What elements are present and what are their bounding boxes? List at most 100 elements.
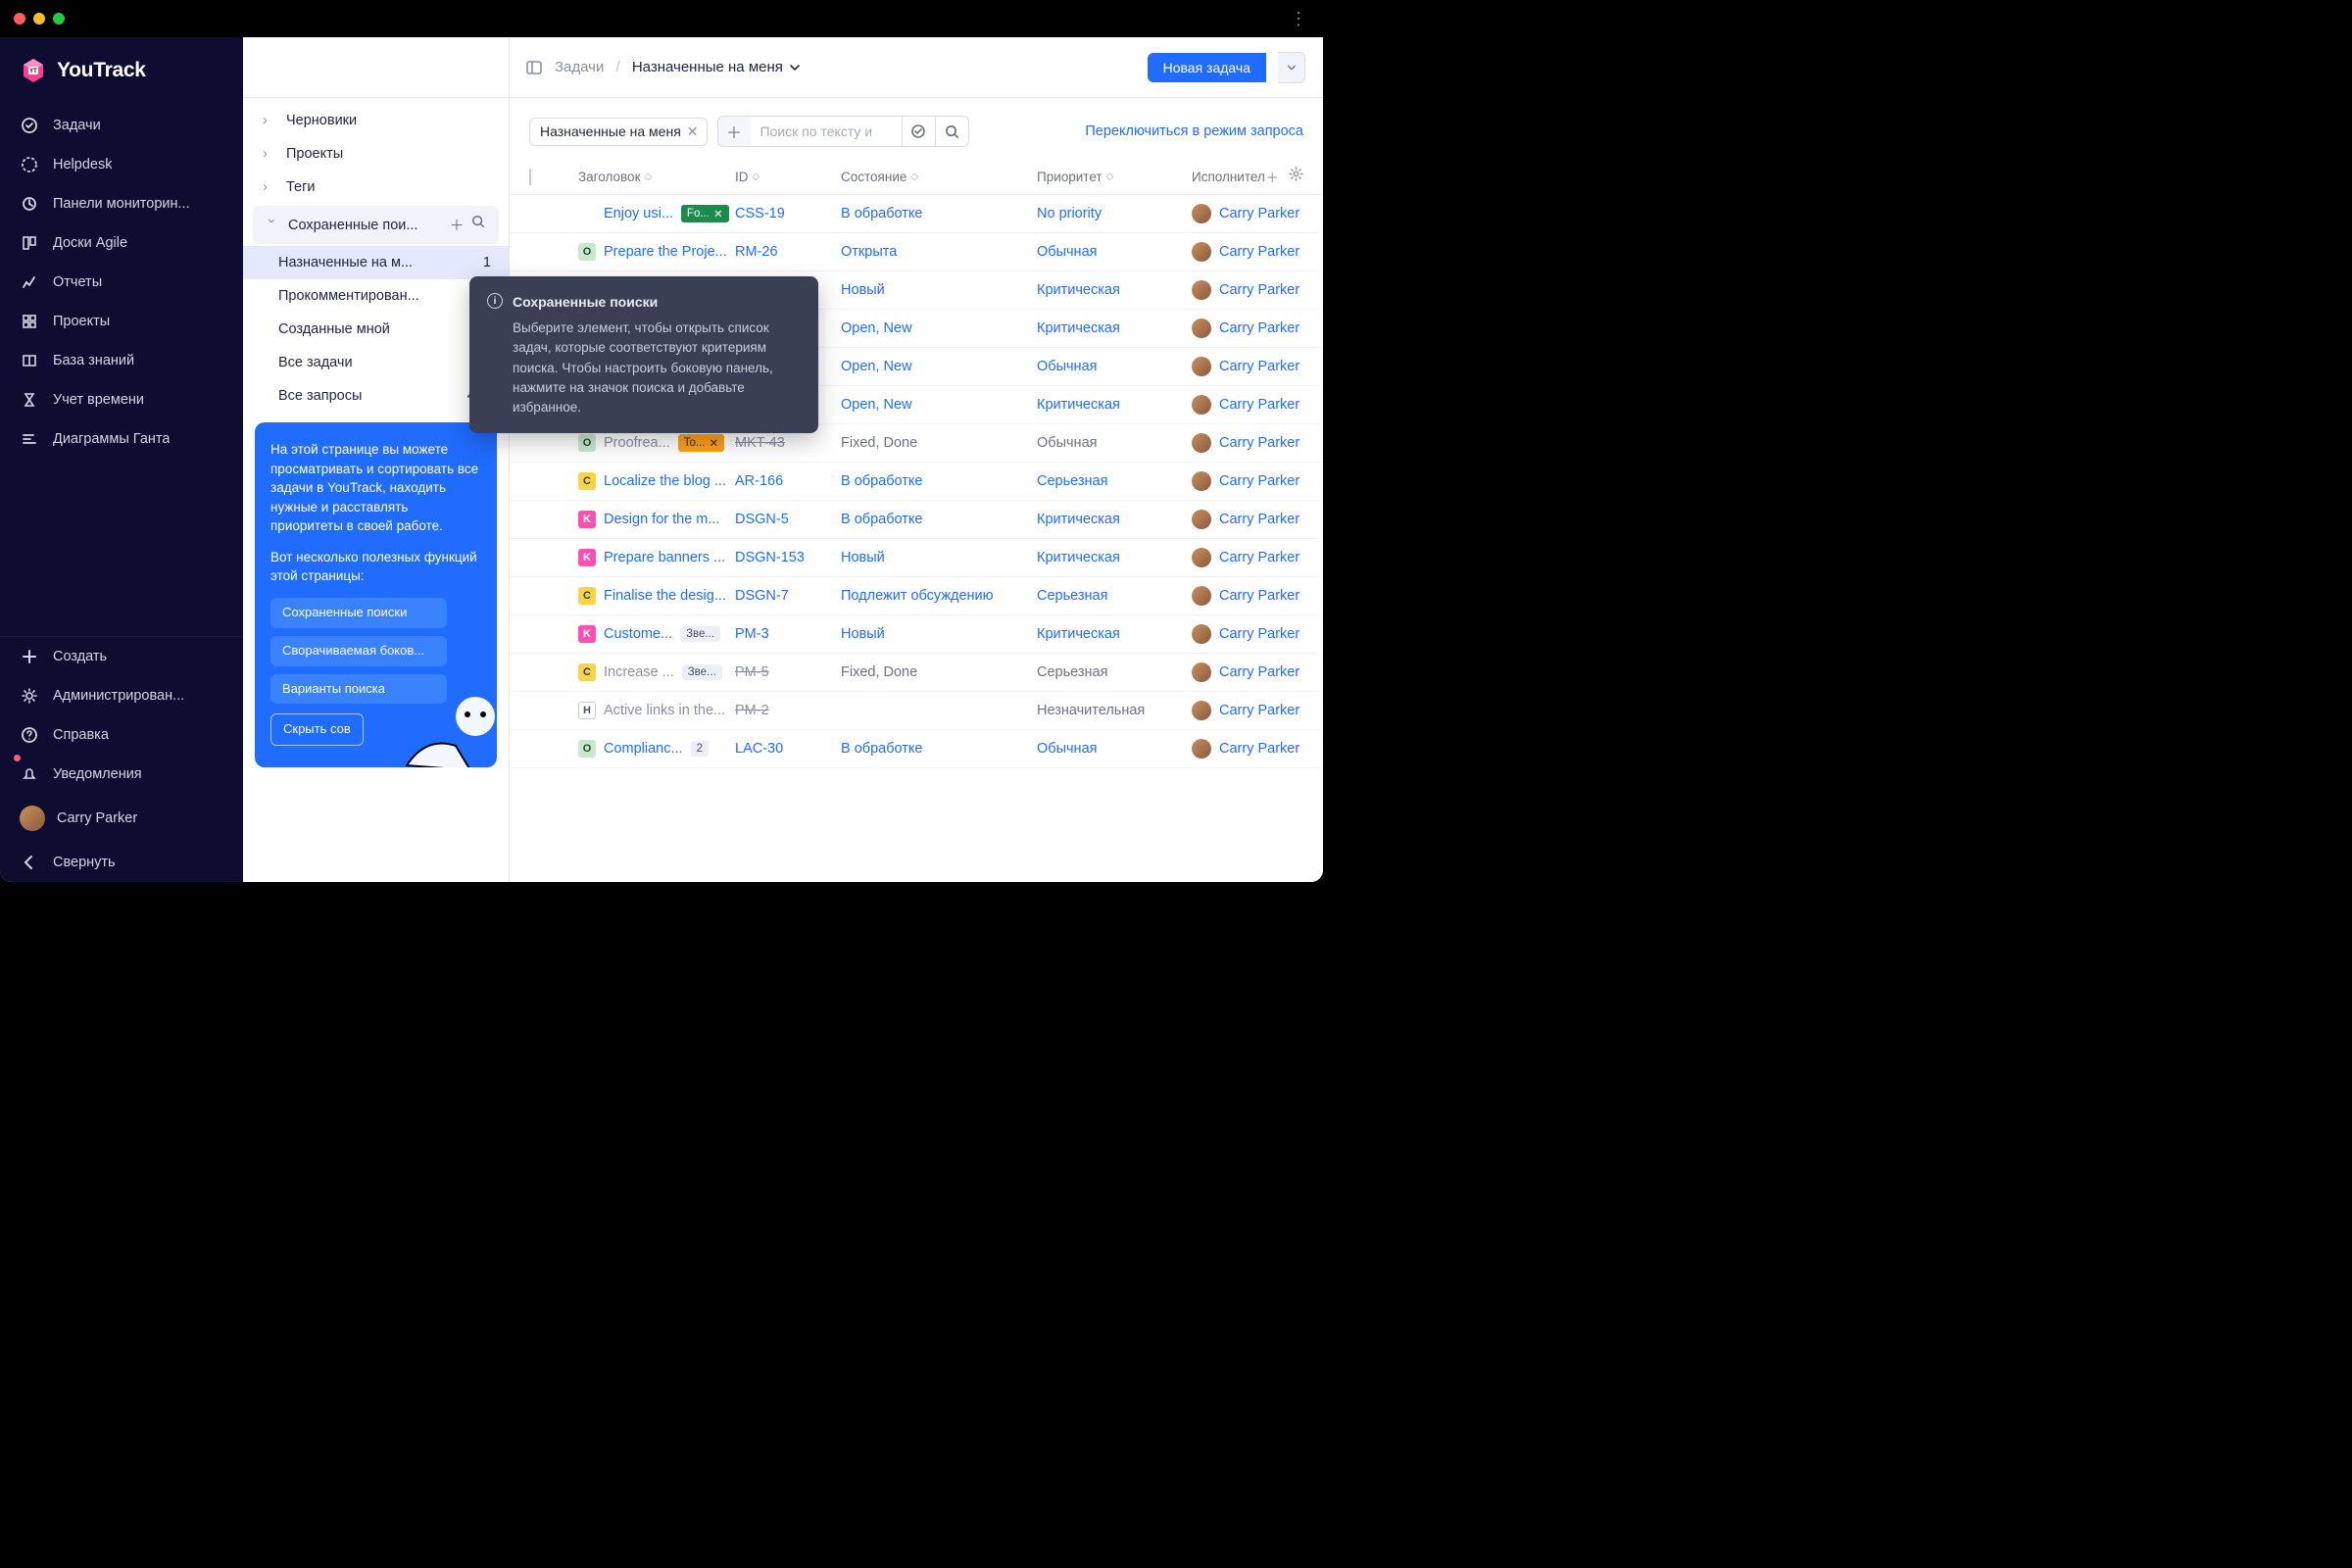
assignee-link[interactable]: Carry Parker xyxy=(1219,703,1299,718)
assignee-link[interactable]: Carry Parker xyxy=(1219,282,1299,298)
table-row[interactable]: KCustome...Зве... PM-3 Новый Критическая… xyxy=(510,615,1323,654)
issue-tag[interactable]: Зве... xyxy=(682,664,722,680)
assignee-link[interactable]: Carry Parker xyxy=(1219,435,1299,451)
table-settings-icon[interactable] xyxy=(1289,167,1303,186)
assignee-link[interactable]: Carry Parker xyxy=(1219,359,1299,374)
sidebar-item-3[interactable]: Доски Agile xyxy=(0,223,243,263)
panel-toggle-icon[interactable] xyxy=(525,59,543,76)
issue-title-link[interactable]: Localize the blog ... xyxy=(604,473,726,489)
issue-id-link[interactable]: MKT-43 xyxy=(735,435,785,451)
onboard-chip-1[interactable]: Сворачиваемая боков... xyxy=(270,636,447,666)
sidebar-item-6[interactable]: База знаний xyxy=(0,341,243,380)
kebab-menu-icon[interactable]: ⋮ xyxy=(1290,9,1307,29)
switch-to-query-mode-link[interactable]: Переключиться в режим запроса xyxy=(1085,123,1303,139)
issue-id-link[interactable]: PM-2 xyxy=(735,703,769,718)
issue-state[interactable]: В обработке xyxy=(841,206,922,221)
column-assignee[interactable]: Исполнител xyxy=(1192,170,1266,184)
issue-id-link[interactable]: DSGN-153 xyxy=(735,550,805,565)
issue-priority[interactable]: Обычная xyxy=(1037,435,1097,451)
sidebar-item-2[interactable]: Панели мониторин... xyxy=(0,184,243,223)
sidebar-item-0[interactable]: Задачи xyxy=(0,106,243,145)
issue-title-link[interactable]: Prepare the Proje... xyxy=(604,244,727,260)
issue-id-link[interactable]: LAC-30 xyxy=(735,741,783,757)
issue-priority[interactable]: Серьезная xyxy=(1037,588,1107,604)
issue-state[interactable]: В обработке xyxy=(841,741,922,757)
table-row[interactable]: CIncrease ...Зве... PM-5 Fixed, Done Сер… xyxy=(510,654,1323,692)
table-row[interactable]: OPrepare the Proje... RM-26 Открыта Обыч… xyxy=(510,233,1323,271)
assignee-link[interactable]: Carry Parker xyxy=(1219,320,1299,336)
issue-state[interactable]: Новый xyxy=(841,550,885,565)
issue-title-link[interactable]: Increase ... xyxy=(604,664,674,680)
issue-priority[interactable]: Критическая xyxy=(1037,397,1120,413)
issue-id-link[interactable]: PM-3 xyxy=(735,626,769,642)
issue-priority[interactable]: Критическая xyxy=(1037,320,1120,336)
issue-priority[interactable]: Обычная xyxy=(1037,359,1097,374)
sidebar-item-5[interactable]: Проекты xyxy=(0,302,243,341)
minimize-window-button[interactable] xyxy=(33,13,45,24)
sidebar-bottom-0[interactable]: Создать xyxy=(0,637,243,676)
issue-id-link[interactable]: CSS-19 xyxy=(735,206,785,221)
issue-priority[interactable]: Критическая xyxy=(1037,550,1120,565)
remove-filter-icon[interactable]: ✕ xyxy=(687,123,699,140)
issue-tag[interactable]: Fo...✕ xyxy=(681,205,729,222)
issue-state[interactable]: Открыта xyxy=(841,244,897,260)
filter-options-icon[interactable] xyxy=(903,116,936,147)
add-saved-search-icon[interactable]: ＋ xyxy=(448,215,466,235)
column-title[interactable]: Заголовок◇ xyxy=(578,170,735,184)
issue-state[interactable]: Подлежит обсуждению xyxy=(841,588,994,604)
assignee-link[interactable]: Carry Parker xyxy=(1219,473,1299,489)
issue-state[interactable]: Open, New xyxy=(841,359,912,374)
issue-priority[interactable]: Критическая xyxy=(1037,282,1120,298)
issue-title-link[interactable]: Design for the m... xyxy=(604,512,719,527)
assignee-link[interactable]: Carry Parker xyxy=(1219,397,1299,413)
tree-group-2[interactable]: › Теги xyxy=(243,171,509,204)
sidebar-item-1[interactable]: Helpdesk xyxy=(0,145,243,184)
issue-id-link[interactable]: RM-26 xyxy=(735,244,778,260)
column-priority[interactable]: Приоритет◇ xyxy=(1037,170,1192,184)
issue-title-link[interactable]: Complianc... xyxy=(604,741,683,757)
saved-search-item-0[interactable]: Назначенные на м... 1 xyxy=(243,246,509,279)
select-all-checkbox[interactable] xyxy=(529,169,531,185)
issue-state[interactable]: Новый xyxy=(841,626,885,642)
filter-chip-assigned-to-me[interactable]: Назначенные на меня ✕ xyxy=(529,118,708,146)
issue-priority[interactable]: Серьезная xyxy=(1037,664,1107,680)
issue-priority[interactable]: Серьезная xyxy=(1037,473,1107,489)
issue-priority[interactable]: Критическая xyxy=(1037,626,1120,642)
assignee-link[interactable]: Carry Parker xyxy=(1219,664,1299,680)
assignee-link[interactable]: Carry Parker xyxy=(1219,626,1299,642)
sidebar-item-4[interactable]: Отчеты xyxy=(0,263,243,302)
issue-state[interactable]: Open, New xyxy=(841,320,912,336)
add-filter-button[interactable]: ＋ xyxy=(717,116,751,147)
issue-title-link[interactable]: Prepare banners ... xyxy=(604,550,725,565)
sidebar-bottom-3[interactable]: Уведомления xyxy=(0,755,243,794)
logo[interactable]: YT YouTrack xyxy=(0,37,243,102)
issue-id-link[interactable]: DSGN-7 xyxy=(735,588,789,604)
issue-state[interactable]: В обработке xyxy=(841,473,922,489)
issue-state[interactable]: Open, New xyxy=(841,397,912,413)
column-state[interactable]: Состояние◇ xyxy=(841,170,1037,184)
table-row[interactable]: KDesign for the m... DSGN-5 В обработке … xyxy=(510,501,1323,539)
issue-tag[interactable]: Зве... xyxy=(680,626,720,642)
assignee-link[interactable]: Carry Parker xyxy=(1219,741,1299,757)
issue-id-link[interactable]: PM-5 xyxy=(735,664,769,680)
saved-searches-group[interactable]: › Сохраненные пои... ＋ xyxy=(253,206,499,244)
assignee-link[interactable]: Carry Parker xyxy=(1219,206,1299,221)
table-row[interactable]: CLocalize the blog ... AR-166 В обработк… xyxy=(510,463,1323,501)
table-row[interactable]: Enjoy usi...Fo...✕ CSS-19 В обработке No… xyxy=(510,195,1323,233)
issue-title-link[interactable]: Enjoy usi... xyxy=(604,206,673,221)
search-button[interactable] xyxy=(936,116,969,147)
issue-title-link[interactable]: Proofrea... xyxy=(604,435,670,451)
onboard-chip-0[interactable]: Сохраненные поиски xyxy=(270,598,447,628)
issue-state[interactable]: Новый xyxy=(841,282,885,298)
sidebar-item-7[interactable]: Учет времени xyxy=(0,380,243,419)
new-task-button[interactable]: Новая задача xyxy=(1148,53,1266,82)
current-user[interactable]: Carry Parker xyxy=(0,794,243,843)
table-row[interactable]: CFinalise the desig... DSGN-7 Подлежит о… xyxy=(510,577,1323,615)
new-task-dropdown-button[interactable] xyxy=(1278,52,1305,83)
issue-state[interactable]: В обработке xyxy=(841,512,922,527)
issue-id-link[interactable]: DSGN-5 xyxy=(735,512,789,527)
table-row[interactable]: OComplianc...2 LAC-30 В обработке Обычна… xyxy=(510,730,1323,768)
issue-priority[interactable]: Обычная xyxy=(1037,741,1097,757)
assignee-link[interactable]: Carry Parker xyxy=(1219,244,1299,260)
sidebar-bottom-2[interactable]: Справка xyxy=(0,715,243,755)
